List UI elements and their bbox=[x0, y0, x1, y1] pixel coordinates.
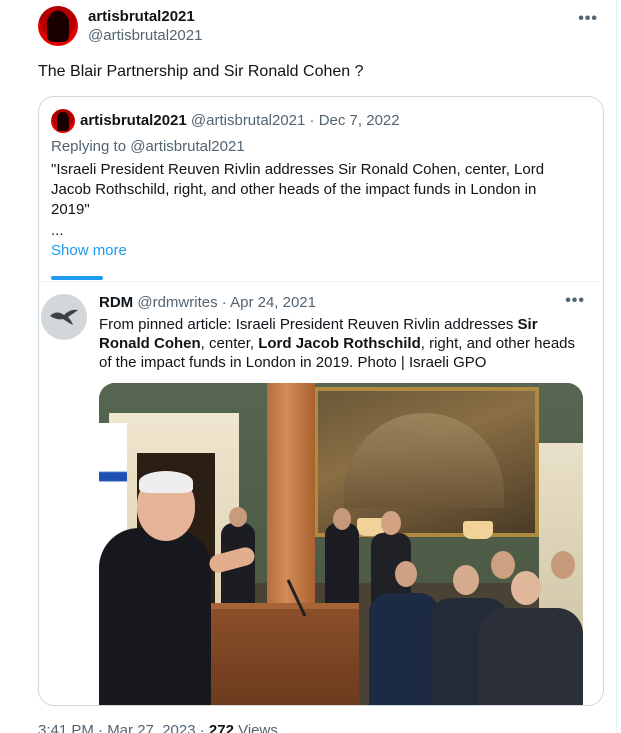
nested-tweet-text: From pinned article: Israeli President R… bbox=[99, 315, 579, 372]
tweet-header: artisbrutal2021 @artisbrutal2021 ••• bbox=[38, 6, 608, 48]
show-more-underline bbox=[51, 276, 103, 280]
nested-quoted-tweet[interactable]: RDM @rdmwrites · Apr 24, 2021 ••• From p… bbox=[39, 281, 601, 705]
more-horizontal-icon[interactable]: ••• bbox=[578, 10, 598, 28]
nested-bold-name-2: Lord Jacob Rothschild bbox=[258, 335, 421, 352]
nested-display-name[interactable]: RDM bbox=[99, 294, 133, 311]
avatar[interactable] bbox=[38, 6, 78, 46]
author-display-name[interactable]: artisbrutal2021 bbox=[88, 8, 195, 25]
replying-mention: @artisbrutal2021 bbox=[130, 138, 245, 155]
views-count: 272 bbox=[208, 722, 234, 733]
more-horizontal-icon[interactable]: ••• bbox=[565, 292, 585, 310]
nested-text-part-1: From pinned article: Israeli President R… bbox=[99, 316, 518, 333]
tweet-timestamp[interactable]: 3:41 PM · Mar 27, 2023 · bbox=[38, 722, 209, 733]
nested-handle[interactable]: @rdmwrites bbox=[137, 294, 217, 311]
tweet-footer: 3:41 PM · Mar 27, 2023 · 272 Views bbox=[38, 722, 278, 733]
nested-avatar[interactable] bbox=[41, 294, 87, 340]
quoted-avatar bbox=[51, 109, 75, 133]
quoted-separator: · bbox=[309, 112, 315, 129]
quoted-date: Dec 7, 2022 bbox=[318, 112, 400, 129]
replying-prefix: Replying to bbox=[51, 138, 131, 155]
author-handle[interactable]: @artisbrutal2021 bbox=[88, 27, 202, 44]
views-label: Views bbox=[233, 722, 278, 733]
tweet-photo[interactable] bbox=[99, 383, 583, 705]
quoted-tweet-header: artisbrutal2021 @artisbrutal2021 · Dec 7… bbox=[51, 109, 591, 133]
quoted-ellipsis: ... bbox=[51, 222, 64, 239]
quoted-display-name: artisbrutal2021 bbox=[80, 112, 187, 129]
quoted-handle: @artisbrutal2021 bbox=[190, 112, 306, 129]
show-more-link[interactable]: Show more bbox=[51, 242, 127, 259]
timeline-divider bbox=[616, 0, 617, 733]
nested-date[interactable]: Apr 24, 2021 bbox=[230, 294, 316, 311]
quoted-tweet-card[interactable]: artisbrutal2021 @artisbrutal2021 · Dec 7… bbox=[38, 96, 604, 706]
replying-to: Replying to @artisbrutal2021 bbox=[51, 138, 245, 155]
bird-icon bbox=[50, 309, 78, 325]
tweet-text: The Blair Partnership and Sir Ronald Coh… bbox=[38, 63, 364, 80]
quoted-tweet-text: "Israeli President Reuven Rivlin address… bbox=[51, 161, 545, 218]
nested-text-part-2: , center, bbox=[200, 335, 259, 352]
nested-separator: · bbox=[221, 294, 227, 311]
